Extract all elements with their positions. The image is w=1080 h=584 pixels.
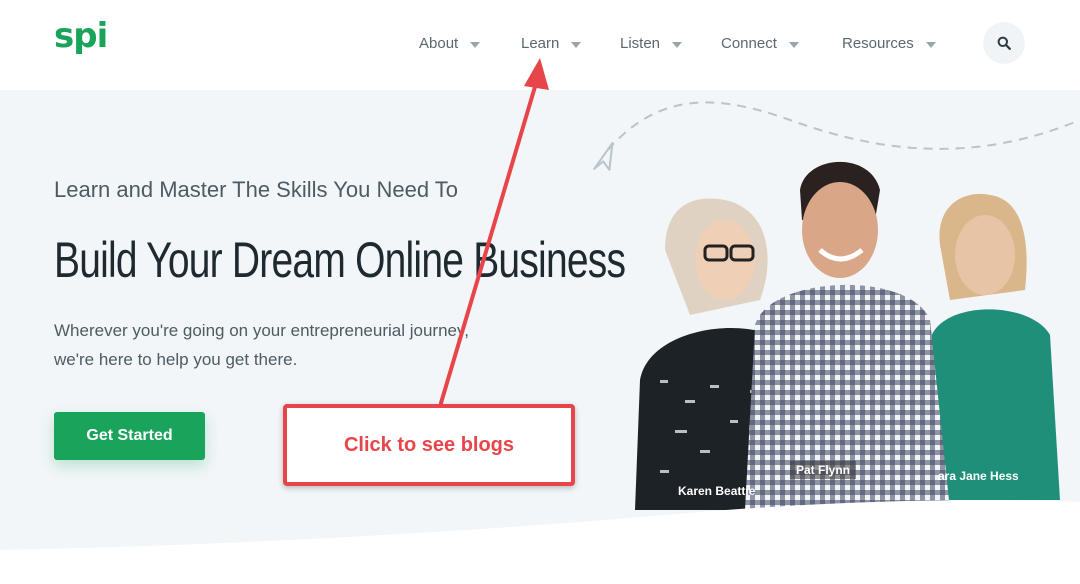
chevron-down-icon	[470, 41, 481, 48]
search-icon	[997, 36, 1011, 50]
spi-logo[interactable]: spi	[54, 16, 108, 56]
hero-subtext: Wherever you're going on your entreprene…	[54, 321, 469, 369]
nav-item-connect[interactable]: Connect	[721, 34, 799, 54]
nav-label: Learn	[521, 35, 560, 52]
hero-kicker: Learn and Master The Skills You Need To	[54, 177, 459, 202]
nav-item-about[interactable]: About	[419, 34, 481, 54]
chevron-down-icon	[925, 41, 936, 48]
nav-label: Connect	[721, 35, 777, 52]
annotation-callout: Click to see blogs	[283, 404, 575, 486]
chevron-down-icon	[672, 41, 683, 48]
nav-label: Listen	[620, 35, 661, 52]
nav-label: Resources	[842, 35, 914, 52]
chevron-down-icon	[571, 41, 582, 48]
annotation-text: Click to see blogs	[343, 433, 515, 456]
person-name-pat: Pat Flynn	[790, 461, 857, 479]
nav-item-learn[interactable]: Learn	[521, 34, 582, 54]
hero-headline: Build Your Dream Online Business	[54, 232, 626, 288]
nav-item-listen[interactable]: Listen	[620, 34, 683, 54]
chevron-down-icon	[788, 41, 799, 48]
nav-label: About	[419, 35, 459, 52]
person-name-karen: Karen Beattie	[678, 484, 756, 498]
team-photo	[635, 161, 1060, 510]
hero-bottom-curve	[0, 500, 1080, 584]
search-button[interactable]	[983, 22, 1025, 64]
nav-item-resources[interactable]: Resources	[842, 34, 936, 54]
get-started-button[interactable]: Get Started	[54, 412, 205, 460]
person-right	[925, 193, 1060, 500]
person-center	[745, 161, 950, 510]
site-header: spi About Learn Listen Connect Resources	[0, 0, 1080, 90]
person-name-sara: ara Jane Hess	[938, 469, 1019, 483]
